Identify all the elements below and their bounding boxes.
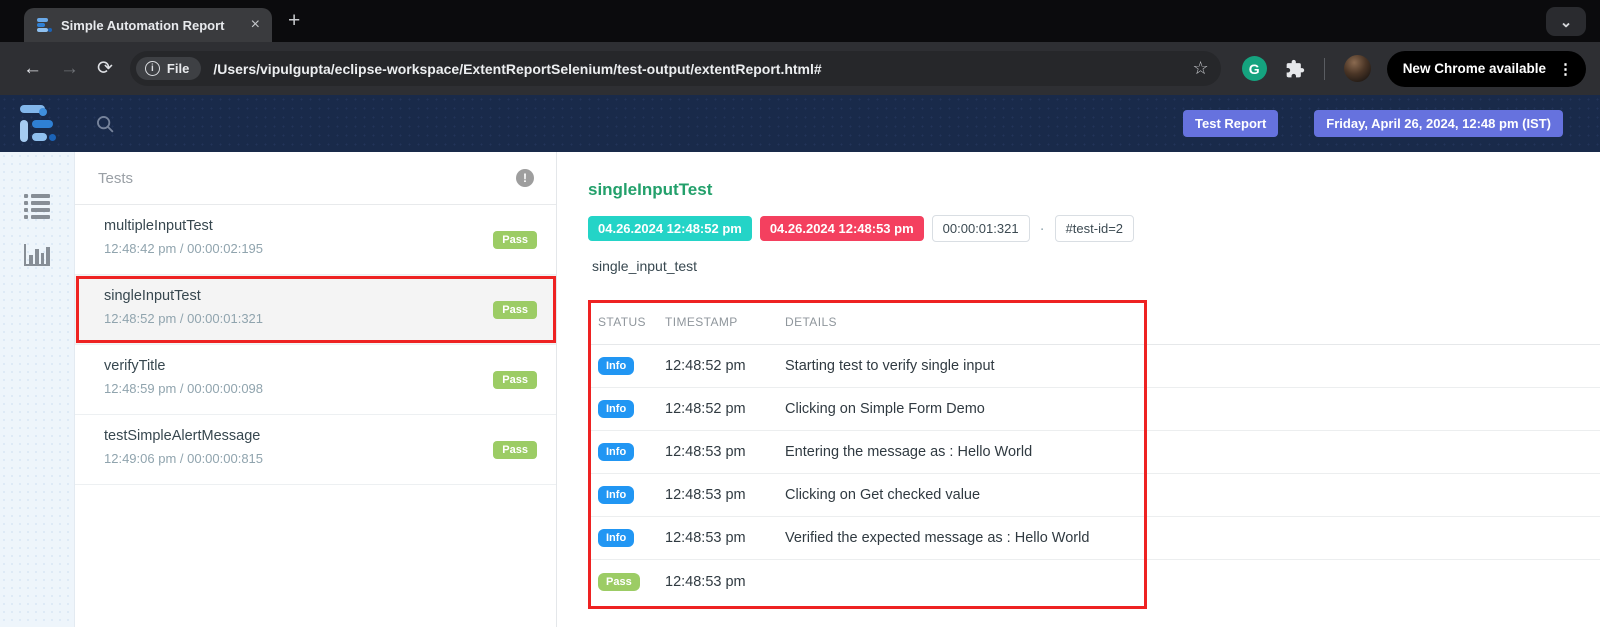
- address-bar[interactable]: i File /Users/vipulgupta/eclipse-workspa…: [129, 51, 1221, 86]
- log-timestamp: 12:48:53 pm: [665, 487, 746, 503]
- log-status-badge: Info: [598, 529, 635, 547]
- test-name: testSimpleAlertMessage: [104, 428, 261, 444]
- new-tab-button[interactable]: +: [288, 9, 300, 33]
- tests-view-icon[interactable]: [24, 194, 50, 222]
- test-meta: 12:48:52 pm / 00:00:01:321: [104, 311, 264, 326]
- extent-favicon: [36, 17, 52, 33]
- column-header-status: STATUS: [598, 315, 646, 329]
- report-datetime-badge: Friday, April 26, 2024, 12:48 pm (IST): [1314, 110, 1563, 137]
- test-list-item[interactable]: testSimpleAlertMessage 12:49:06 pm / 00:…: [75, 415, 556, 485]
- bookmark-star-icon[interactable]: ☆: [1193, 58, 1209, 79]
- test-name: multipleInputTest: [104, 218, 213, 234]
- url-text: /Users/vipulgupta/eclipse-workspace/Exte…: [213, 60, 822, 77]
- site-info-icon: i: [144, 61, 160, 76]
- log-timestamp: 12:48:53 pm: [665, 444, 746, 460]
- browser-tab[interactable]: Simple Automation Report ×: [24, 8, 272, 42]
- log-row: Info 12:48:53 pm Verified the expected m…: [588, 517, 1600, 560]
- log-row: Info 12:48:52 pm Clicking on Simple Form…: [588, 388, 1600, 431]
- test-list-item[interactable]: multipleInputTest 12:48:42 pm / 00:00:02…: [75, 205, 556, 275]
- side-icon-rail: [0, 152, 75, 627]
- status-badge: Pass: [493, 441, 537, 459]
- start-time-badge: 04.26.2024 12:48:52 pm: [588, 216, 752, 241]
- more-menu-icon[interactable]: ⋮: [1558, 60, 1573, 78]
- end-time-badge: 04.26.2024 12:48:53 pm: [759, 216, 924, 241]
- close-tab-icon[interactable]: ×: [251, 17, 260, 33]
- site-info-chip[interactable]: i File: [135, 57, 202, 80]
- extensions-puzzle-icon[interactable]: [1285, 59, 1305, 79]
- tests-panel-title: Tests: [98, 169, 134, 187]
- log-row: Pass 12:48:53 pm: [588, 560, 1600, 603]
- test-name: verifyTitle: [104, 358, 166, 374]
- reload-icon[interactable]: ⟳: [97, 57, 113, 80]
- log-details: Starting test to verify single input: [785, 358, 995, 374]
- browser-window: Simple Automation Report × + ⌄ ← → ⟳ i F…: [0, 0, 1600, 627]
- log-table: STATUS TIMESTAMP DETAILS Info 12:48:52 p…: [588, 300, 1600, 603]
- log-details: Verified the expected message as : Hello…: [785, 530, 1090, 546]
- test-meta: 12:48:42 pm / 00:00:02:195: [104, 241, 264, 256]
- log-table-header: STATUS TIMESTAMP DETAILS: [588, 300, 1600, 345]
- test-tag: single_input_test: [592, 258, 698, 274]
- log-row: Info 12:48:53 pm Entering the message as…: [588, 431, 1600, 474]
- back-icon[interactable]: ←: [23, 58, 42, 80]
- test-name: singleInputTest: [104, 288, 201, 304]
- status-badge: Pass: [493, 371, 537, 389]
- log-timestamp: 12:48:53 pm: [665, 530, 746, 546]
- chrome-update-button[interactable]: New Chrome available ⋮: [1386, 50, 1586, 87]
- dashboard-chart-icon[interactable]: [24, 244, 50, 266]
- test-detail-title: singleInputTest: [588, 180, 713, 199]
- test-meta: 12:49:06 pm / 00:00:00:815: [104, 451, 264, 466]
- tests-panel: Tests ! multipleInputTest 12:48:42 pm / …: [75, 152, 557, 627]
- forward-icon[interactable]: →: [60, 58, 79, 80]
- log-details: Clicking on Get checked value: [785, 487, 981, 503]
- status-badge: Pass: [493, 301, 537, 319]
- log-status-badge: Pass: [598, 572, 640, 591]
- log-timestamp: 12:48:52 pm: [665, 401, 746, 417]
- test-id-badge: #test-id=2: [1054, 215, 1135, 242]
- log-row: Info 12:48:53 pm Clicking on Get checked…: [588, 474, 1600, 517]
- chrome-update-label: New Chrome available: [1402, 61, 1546, 76]
- test-meta: 12:48:59 pm / 00:00:00:098: [104, 381, 264, 396]
- log-status-badge: Info: [598, 486, 635, 504]
- log-details: Entering the message as : Hello World: [785, 444, 1033, 460]
- tests-panel-header: Tests !: [75, 152, 556, 205]
- log-status-badge: Info: [598, 443, 635, 461]
- extent-logo: [20, 104, 58, 143]
- toolbar-divider: [1323, 57, 1325, 80]
- tab-strip: Simple Automation Report × + ⌄: [0, 0, 1600, 42]
- status-filter-icon[interactable]: !: [516, 169, 534, 187]
- file-chip-label: File: [166, 61, 190, 76]
- search-icon[interactable]: [94, 113, 116, 135]
- log-timestamp: 12:48:53 pm: [665, 573, 746, 590]
- browser-toolbar: ← → ⟳ i File /Users/vipulgupta/eclipse-w…: [0, 42, 1600, 95]
- test-detail-badges: 04.26.2024 12:48:52 pm 04.26.2024 12:48:…: [588, 215, 1600, 242]
- column-header-details: DETAILS: [785, 315, 837, 329]
- test-list-item-selected[interactable]: singleInputTest 12:48:52 pm / 00:00:01:3…: [75, 275, 556, 345]
- column-header-timestamp: TIMESTAMP: [665, 315, 738, 329]
- tab-search-button[interactable]: ⌄: [1546, 7, 1586, 36]
- duration-badge: 00:00:01:321: [931, 215, 1030, 242]
- log-timestamp: 12:48:52 pm: [665, 358, 746, 374]
- status-badge: Pass: [493, 231, 537, 249]
- grammarly-extension-icon[interactable]: G: [1241, 56, 1267, 81]
- log-details: Clicking on Simple Form Demo: [785, 401, 985, 417]
- report-header: Test Report Friday, April 26, 2024, 12:4…: [0, 95, 1600, 152]
- dot-separator: ·: [1039, 220, 1045, 237]
- log-row: Info 12:48:52 pm Starting test to verify…: [588, 345, 1600, 388]
- profile-avatar[interactable]: [1343, 55, 1371, 82]
- test-detail-panel: singleInputTest 04.26.2024 12:48:52 pm 0…: [557, 152, 1600, 627]
- log-status-badge: Info: [598, 400, 635, 418]
- tab-title: Simple Automation Report: [61, 17, 225, 33]
- log-status-badge: Info: [598, 357, 635, 375]
- test-report-badge[interactable]: Test Report: [1183, 110, 1279, 137]
- test-list-item[interactable]: verifyTitle 12:48:59 pm / 00:00:00:098 P…: [75, 345, 556, 415]
